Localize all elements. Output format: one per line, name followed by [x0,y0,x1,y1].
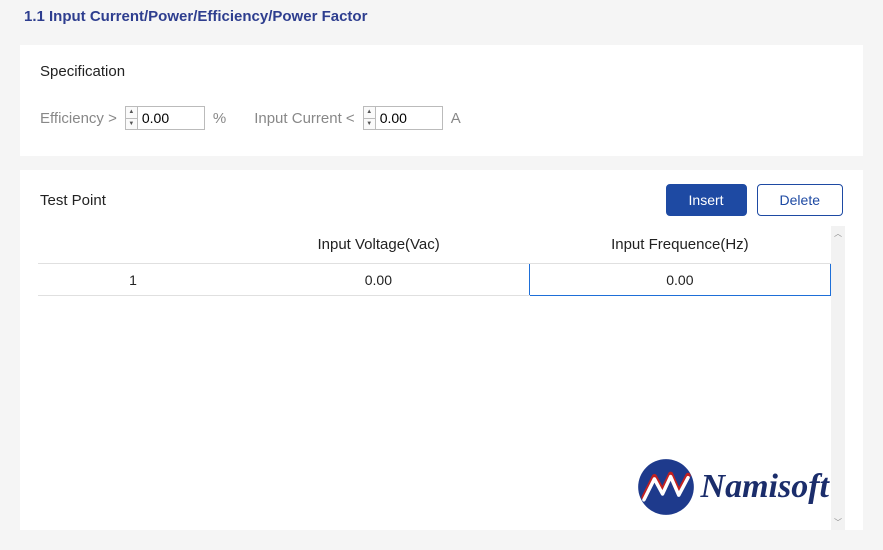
current-unit: A [451,110,461,127]
current-input[interactable] [376,107,442,129]
testpoint-title: Test Point [40,192,106,209]
col-frequency: Input Frequence(Hz) [529,226,830,264]
cell-frequency[interactable]: 0.00 [529,264,830,296]
efficiency-spinner[interactable]: ▲ ▼ [125,106,205,130]
table-header-row: Input Voltage(Vac) Input Frequence(Hz) [38,226,831,264]
delete-button[interactable]: Delete [757,184,843,216]
testpoint-panel: Test Point Insert Delete Input Voltage(V… [20,170,863,530]
current-label: Input Current < [254,110,354,127]
efficiency-spinner-buttons[interactable]: ▲ ▼ [126,107,138,129]
table-row[interactable]: 1 0.00 0.00 [38,264,831,296]
specification-panel: Specification Efficiency > ▲ ▼ % Input C… [20,45,863,156]
spec-row: Efficiency > ▲ ▼ % Input Current < ▲ ▼ A [40,106,843,130]
col-index [38,226,228,264]
logo-text: Namisoft [701,468,829,506]
namisoft-logo: Namisoft [637,458,829,516]
col-voltage: Input Voltage(Vac) [228,226,529,264]
spec-panel-title: Specification [40,63,843,80]
efficiency-input[interactable] [138,107,204,129]
logo-icon [637,458,695,516]
vertical-scrollbar[interactable]: ︿ ﹀ [831,226,845,530]
testpoint-table: Input Voltage(Vac) Input Frequence(Hz) 1… [38,226,831,296]
spinner-down-icon[interactable]: ▼ [126,119,137,130]
current-spinner-buttons[interactable]: ▲ ▼ [364,107,376,129]
button-group: Insert Delete [666,184,843,216]
insert-button[interactable]: Insert [666,184,747,216]
spinner-up-icon[interactable]: ▲ [126,107,137,119]
spinner-up-icon[interactable]: ▲ [364,107,375,119]
cell-index[interactable]: 1 [38,264,228,296]
efficiency-label: Efficiency > [40,110,117,127]
scroll-up-icon[interactable]: ︿ [834,228,842,239]
testpoint-header: Test Point Insert Delete [20,170,863,226]
efficiency-unit: % [213,110,226,127]
section-title: 1.1 Input Current/Power/Efficiency/Power… [20,8,863,25]
spinner-down-icon[interactable]: ▼ [364,119,375,130]
current-spinner[interactable]: ▲ ▼ [363,106,443,130]
cell-voltage[interactable]: 0.00 [228,264,529,296]
scroll-down-icon[interactable]: ﹀ [834,517,842,528]
